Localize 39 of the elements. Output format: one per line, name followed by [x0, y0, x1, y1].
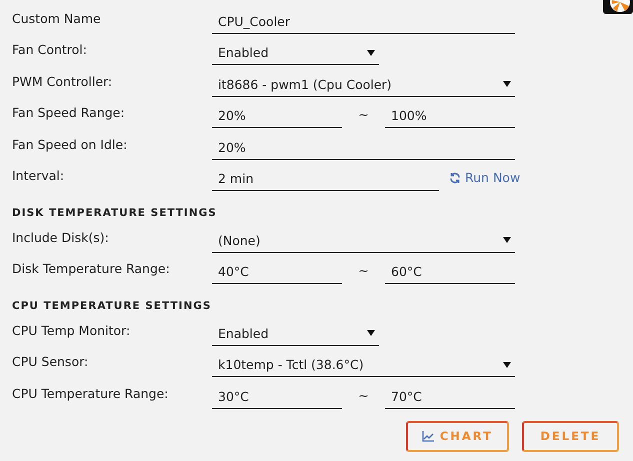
section-heading: CPU TEMPERATURE SETTINGS	[12, 299, 212, 314]
text-field[interactable]: CPU_Cooler	[212, 10, 515, 34]
range-separator: ~	[357, 107, 370, 124]
max-field[interactable]: 70°C	[385, 384, 515, 408]
field-label: PWM Controller:	[12, 74, 114, 90]
min-field[interactable]: 20%	[212, 104, 342, 128]
field-label: Interval:	[12, 168, 66, 185]
field-label: Fan Speed on Idle:	[12, 136, 128, 154]
text-field[interactable]: 20%	[212, 136, 515, 160]
caret-icon	[367, 50, 375, 56]
text-field[interactable]: 2 min	[212, 167, 439, 191]
caret-icon	[367, 330, 375, 336]
run-now-link[interactable]: Run Now	[449, 170, 520, 191]
field-label: Custom Name	[12, 10, 102, 28]
chart-icon	[422, 430, 434, 442]
range-separator: ~	[357, 263, 370, 280]
min-field[interactable]: 30°C	[212, 384, 342, 408]
max-field[interactable]: 100%	[385, 104, 515, 128]
max-field[interactable]: 60°C	[385, 260, 515, 284]
field-label: CPU Temp Monitor:	[12, 322, 132, 340]
caret-icon	[503, 237, 511, 243]
select-field[interactable]: Enabled	[212, 322, 379, 346]
field-label: CPU Temperature Range:	[12, 386, 170, 403]
select-field[interactable]: k10temp - Tctl (38.6°C)	[212, 353, 515, 377]
caret-icon	[503, 81, 511, 87]
field-label: CPU Sensor:	[12, 354, 90, 371]
field-label: Include Disk(s):	[12, 230, 110, 246]
field-label: Disk Temperature Range:	[12, 261, 171, 278]
field-label: Fan Control:	[12, 42, 88, 59]
refresh-icon	[449, 172, 461, 184]
fan-icon	[603, 0, 633, 14]
min-field[interactable]: 40°C	[212, 260, 342, 284]
section-heading: DISK TEMPERATURE SETTINGS	[12, 206, 218, 221]
select-field[interactable]: Enabled	[212, 41, 379, 65]
caret-icon	[503, 362, 511, 368]
range-separator: ~	[357, 388, 370, 404]
select-field[interactable]: (None)	[212, 228, 515, 252]
select-field[interactable]: it8686 - pwm1 (Cpu Cooler)	[212, 72, 515, 96]
field-label: Fan Speed Range:	[12, 105, 126, 122]
